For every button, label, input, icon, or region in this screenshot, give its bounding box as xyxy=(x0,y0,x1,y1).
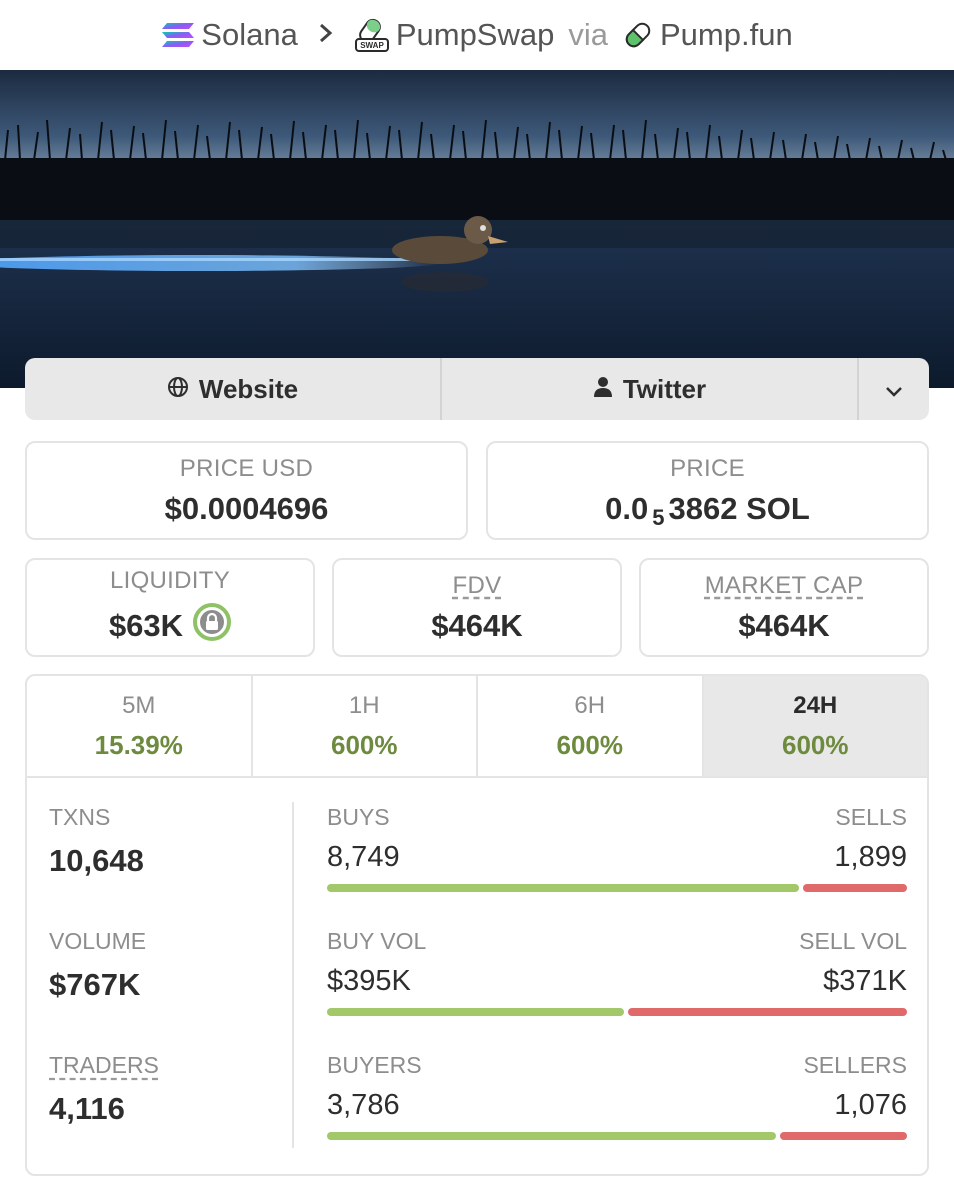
tab-5m[interactable]: 5M 15.39% xyxy=(27,676,253,776)
price-change: 600% xyxy=(782,729,849,760)
buys-value: 8,749 xyxy=(327,841,400,873)
breadcrumb-chain[interactable]: Solana xyxy=(161,17,298,53)
price-usd-card: PRICE USD $0.0004696 xyxy=(25,441,468,540)
traders-value: 4,116 xyxy=(49,1091,125,1126)
liquidity-row: $63K xyxy=(108,602,232,649)
trading-stats-panel: 5M 15.39% 1H 600% 6H 600% 24H 600% TXNS … xyxy=(25,674,929,1176)
tab-label: 5M xyxy=(122,691,156,719)
pumpswap-icon: SWAP xyxy=(354,17,390,53)
price-native-label: PRICE xyxy=(670,454,745,482)
price-change: 600% xyxy=(556,729,624,760)
breadcrumb-dex[interactable]: SWAP PumpSwap xyxy=(354,17,555,53)
sells-value: 1,899 xyxy=(834,841,907,873)
twitter-button[interactable]: Twitter xyxy=(442,358,859,420)
column-divider xyxy=(292,802,294,1148)
more-links-button[interactable] xyxy=(859,358,929,420)
sellers-value: 1,076 xyxy=(834,1089,907,1121)
buyers-sellers-row: BUYERS SELLERS 3,786 1,076 xyxy=(327,1052,907,1174)
sell-vol-label: SELL VOL xyxy=(799,928,907,954)
chain-name: Solana xyxy=(201,17,298,52)
breadcrumb-launchpad[interactable]: Pump.fun xyxy=(622,17,793,53)
token-banner-image xyxy=(0,70,954,388)
tab-6h[interactable]: 6H 600% xyxy=(478,676,704,776)
price-change: 600% xyxy=(331,729,398,760)
dex-name: PumpSwap xyxy=(395,17,555,52)
totals-column: TXNS 10,648 VOLUME $767K TRADERS 4,116 xyxy=(49,804,289,1174)
txns-label: TXNS xyxy=(49,804,111,830)
buys-label: BUYS xyxy=(327,804,390,830)
buyers-sellers-bar xyxy=(327,1132,907,1140)
breakdown-column: BUYS SELLS 8,749 1,899 BUY VOL SELL VOL $39… xyxy=(327,804,907,1174)
txns-stat: TXNS 10,648 xyxy=(49,804,289,928)
fdv-label[interactable]: FDV xyxy=(453,572,502,600)
price-prefix: 0.0 xyxy=(605,490,649,526)
market-cap-value: $464K xyxy=(738,607,830,643)
volume-value: $767K xyxy=(49,967,141,1002)
fdv-card: FDV $464K xyxy=(332,558,622,657)
buy-bar xyxy=(327,884,800,892)
traders-stat: TRADERS 4,116 xyxy=(49,1052,289,1174)
buy-bar xyxy=(327,1132,776,1140)
volume-stat: VOLUME $767K xyxy=(49,928,289,1052)
sell-vol-value: $371K xyxy=(823,965,907,997)
tab-label: 24H xyxy=(793,691,838,719)
period-tabs: 5M 15.39% 1H 600% 6H 600% 24H 600% xyxy=(27,676,927,778)
buyers-value: 3,786 xyxy=(327,1089,400,1121)
price-native-value: 0.0 5 3862 SOL xyxy=(605,490,810,530)
buy-vol-value: $395K xyxy=(327,965,411,997)
buy-bar xyxy=(327,1008,625,1016)
buy-vol-label: BUY VOL xyxy=(327,928,427,954)
volume-split-bar xyxy=(327,1008,907,1016)
market-cap-card: MARKET CAP $464K xyxy=(639,558,929,657)
tab-label: 6H xyxy=(574,691,606,719)
social-links-bar: Website Twitter xyxy=(25,358,929,420)
market-cap-label[interactable]: MARKET CAP xyxy=(705,572,864,600)
website-label: Website xyxy=(198,373,299,404)
txns-value: 10,648 xyxy=(49,843,144,878)
lock-icon[interactable] xyxy=(193,602,232,649)
via-label: via xyxy=(568,17,608,52)
buyers-label: BUYERS xyxy=(327,1052,422,1078)
buys-sells-row: BUYS SELLS 8,749 1,899 xyxy=(327,804,907,928)
launchpad-name: Pump.fun xyxy=(660,17,793,52)
breadcrumb: Solana SWAP PumpSwap via Pump.fun xyxy=(0,0,954,70)
price-suffix: 3862 SOL xyxy=(668,490,810,526)
fdv-value: $464K xyxy=(431,607,523,643)
price-zero-count: 5 xyxy=(652,504,665,530)
buys-sells-bar xyxy=(327,884,907,892)
pumpswap-icon-text: SWAP xyxy=(360,41,384,50)
sell-bar xyxy=(803,884,907,892)
price-usd-value: $0.0004696 xyxy=(164,490,329,526)
twitter-label: Twitter xyxy=(622,373,707,404)
price-usd-label: PRICE USD xyxy=(179,454,314,482)
sell-bar xyxy=(779,1132,907,1140)
liquidity-label: LIQUIDITY xyxy=(109,566,231,594)
price-native-card: PRICE 0.0 5 3862 SOL xyxy=(486,441,929,540)
solana-icon xyxy=(161,21,195,49)
globe-icon xyxy=(167,374,189,405)
liquidity-card: LIQUIDITY $63K xyxy=(25,558,315,657)
user-icon xyxy=(593,374,613,405)
chevron-down-icon xyxy=(885,374,903,405)
sellers-label: SELLERS xyxy=(803,1052,907,1078)
liquidity-value: $63K xyxy=(108,607,184,643)
traders-label[interactable]: TRADERS xyxy=(49,1052,289,1079)
tab-24h[interactable]: 24H 600% xyxy=(703,676,927,776)
pill-icon xyxy=(622,19,654,51)
sell-bar xyxy=(628,1008,907,1016)
sells-label: SELLS xyxy=(835,804,907,830)
chevron-right-icon xyxy=(318,20,334,51)
price-change: 15.39% xyxy=(94,729,183,760)
tab-1h[interactable]: 1H 600% xyxy=(253,676,478,776)
website-button[interactable]: Website xyxy=(25,358,442,420)
volume-label: VOLUME xyxy=(49,928,147,954)
tab-label: 1H xyxy=(348,691,380,719)
volume-split-row: BUY VOL SELL VOL $395K $371K xyxy=(327,928,907,1052)
